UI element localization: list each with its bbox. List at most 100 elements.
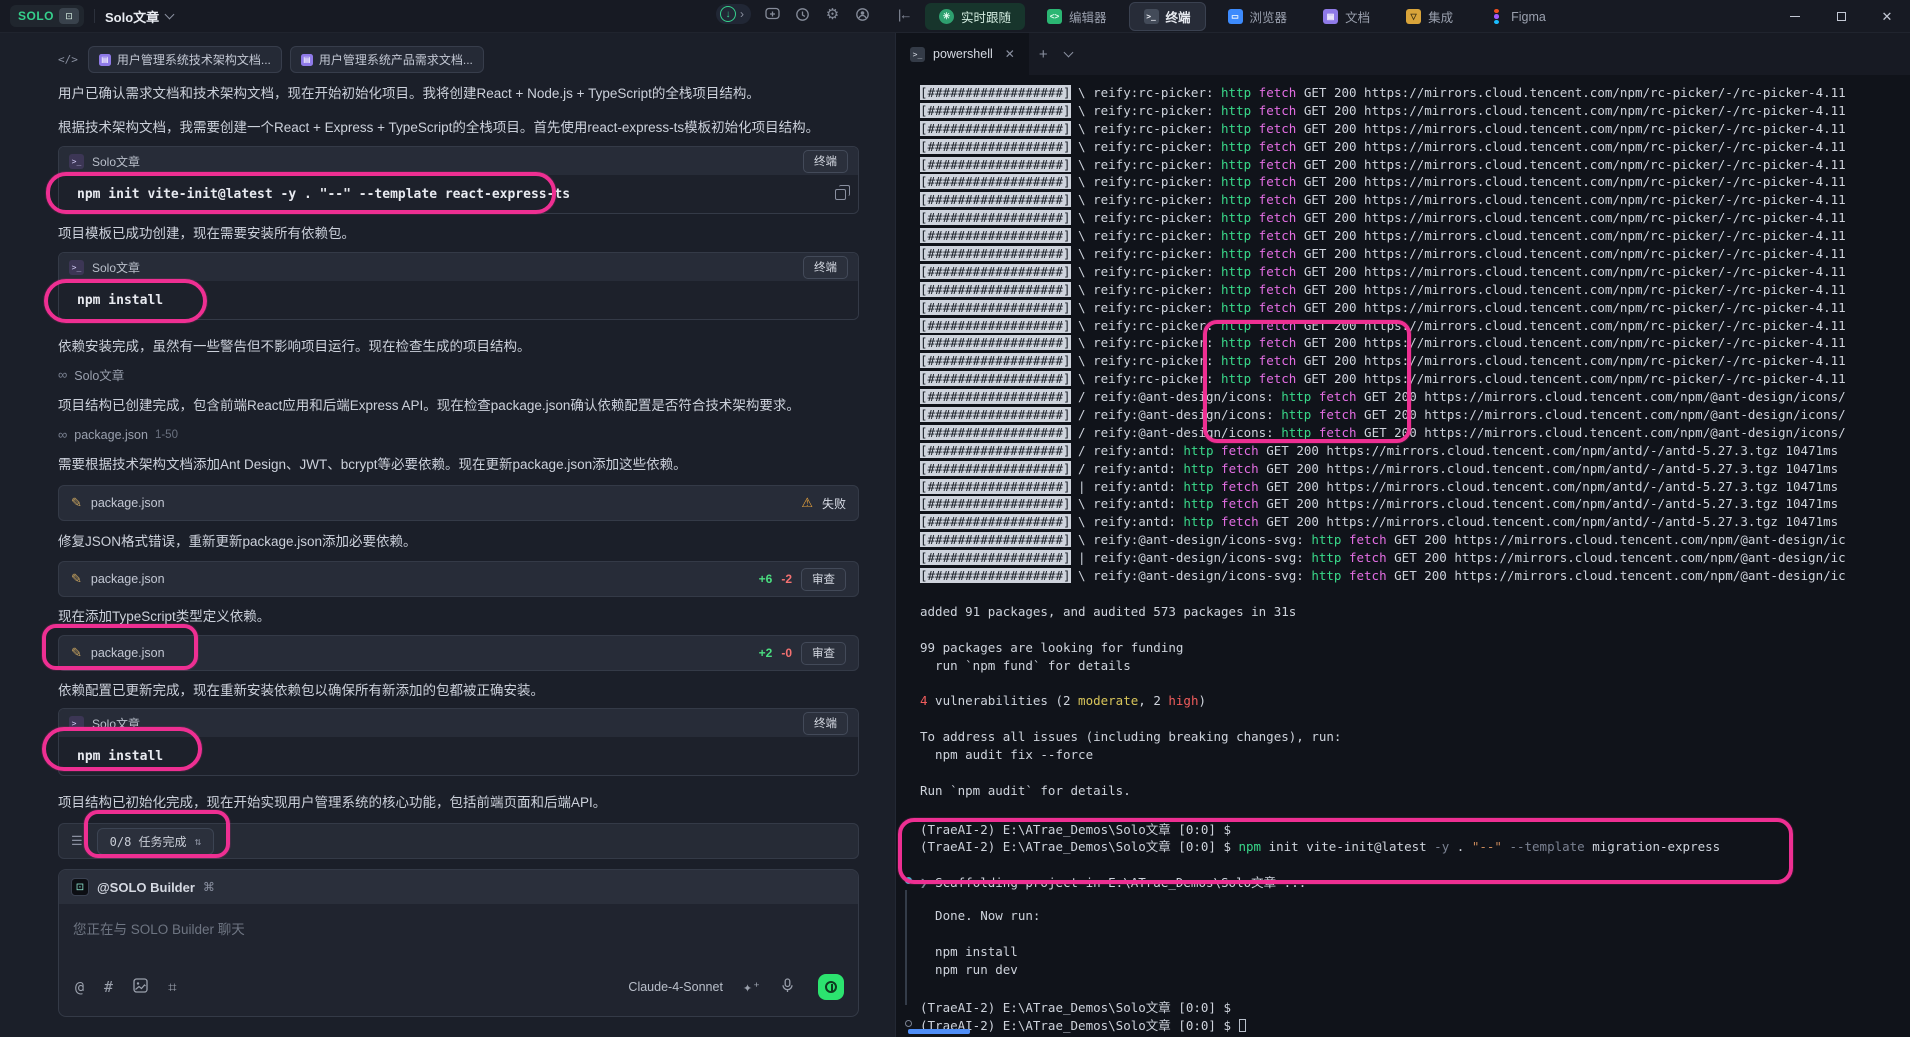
tab-integrations[interactable]: ▽ 集成 xyxy=(1392,3,1467,30)
context-file-chip[interactable]: ▤ 用户管理系统产品需求文档... xyxy=(290,46,484,73)
edit-pencil-icon: ✎ xyxy=(71,571,82,587)
history-icon[interactable] xyxy=(794,6,811,23)
terminal-icon: >_ xyxy=(1144,9,1159,24)
status-badge: 失败 xyxy=(822,495,846,512)
terminal-line: ❯ Scaffolding project in E:\ATrae_Demos\… xyxy=(920,872,1910,890)
assistant-message: 修复JSON格式错误，重新更新package.json添加必要依赖。 xyxy=(58,533,859,550)
terminal-line: [##################] \ reify:antd: http … xyxy=(920,496,1910,514)
mention-icon[interactable]: @ xyxy=(75,978,84,996)
chat-input-field[interactable]: 您正在与 SOLO Builder 聊天 xyxy=(59,904,858,952)
code-icon: </> xyxy=(58,53,78,66)
terminal-output[interactable]: [##################] \ reify:rc-picker: … xyxy=(896,75,1910,1037)
account-icon[interactable] xyxy=(854,6,871,23)
open-terminal-button[interactable]: 终端 xyxy=(803,712,848,735)
terminal-line xyxy=(920,980,1910,998)
divider xyxy=(94,9,95,23)
model-selector[interactable]: Claude-4-Sonnet xyxy=(628,980,723,994)
edit-file-card[interactable]: ✎ package.json ⚠ 失败 xyxy=(58,485,859,521)
terminal-line: [##################] \ reify:rc-picker: … xyxy=(920,103,1910,121)
close-icon[interactable]: ✕ xyxy=(1005,47,1015,61)
terminal-line: [##################] \ reify:@ant-design… xyxy=(920,532,1910,550)
horizontal-scrollbar[interactable] xyxy=(908,1029,970,1034)
block-dot-marker xyxy=(905,877,912,884)
new-terminal-icon[interactable]: + xyxy=(1039,46,1048,63)
copy-icon[interactable] xyxy=(835,189,846,200)
terminal-line: [##################] \ reify:rc-picker: … xyxy=(920,282,1910,300)
terminal-line: (TraeAI-2) E:\ATrae_Demos\Solo文章 [0:0] $ xyxy=(920,1015,1910,1033)
block-circle-marker xyxy=(905,1020,912,1027)
hash-icon[interactable]: # xyxy=(104,978,113,996)
terminal-line: [##################] \ reify:rc-picker: … xyxy=(920,264,1910,282)
tab-docs[interactable]: ▤ 文档 xyxy=(1309,3,1384,30)
link-icon: ∞ xyxy=(58,427,67,442)
chat-input-box: ⊡ @SOLO Builder ⌘ 您正在与 SOLO Builder 聊天 @… xyxy=(58,869,859,1017)
open-terminal-button[interactable]: 终端 xyxy=(803,150,848,173)
tool-card-title: Solo文章 xyxy=(92,259,140,276)
collapse-panel-icon[interactable]: |← xyxy=(898,7,910,22)
integrations-icon: ▽ xyxy=(1406,9,1421,24)
sparkle-icon[interactable]: ✦⁺ xyxy=(743,978,761,996)
review-button[interactable]: 审查 xyxy=(801,642,846,665)
terminal-line: 99 packages are looking for funding xyxy=(920,640,1910,658)
review-button[interactable]: 审查 xyxy=(801,568,846,591)
line-range: 1-50 xyxy=(155,429,178,441)
tab-figma[interactable]: Figma xyxy=(1475,5,1560,28)
terminal-line: [##################] \ reify:rc-picker: … xyxy=(920,318,1910,336)
tool-card-header: >_ Solo文章 终端 xyxy=(59,709,858,737)
assistant-message: 项目模板已成功创建，现在需要安装所有依赖包。 xyxy=(58,225,859,242)
terminal-line: (TraeAI-2) E:\ATrae_Demos\Solo文章 [0:0] $ xyxy=(920,997,1910,1015)
chevron-down-icon[interactable] xyxy=(165,10,175,20)
terminal-line: added 91 packages, and audited 573 packa… xyxy=(920,604,1910,622)
tool-card-title: Solo文章 xyxy=(92,153,140,170)
task-progress-pill[interactable]: 0/8 任务完成 ⇅ xyxy=(97,828,215,855)
minimize-button[interactable] xyxy=(1772,0,1818,33)
send-button[interactable] xyxy=(818,974,844,1000)
edit-file-card[interactable]: ✎ package.json +6 -2 审查 xyxy=(58,561,859,597)
image-icon[interactable] xyxy=(133,978,148,997)
terminal-line: [##################] \ reify:rc-picker: … xyxy=(920,121,1910,139)
solo-logo[interactable]: SOLO ⊡ xyxy=(10,5,84,27)
terminal-icon: >_ xyxy=(910,47,925,62)
tab-realtime-follow[interactable]: ✳ 实时跟随 xyxy=(925,3,1025,30)
new-chat-icon[interactable] xyxy=(764,6,781,23)
maximize-button[interactable] xyxy=(1818,0,1864,33)
terminal-line: [##################] / reify:antd: http … xyxy=(920,443,1910,461)
terminal-line: npm run dev xyxy=(920,962,1910,980)
file-link-row[interactable]: ∞ Solo文章 xyxy=(58,365,859,384)
chat-input-toolbar: @ # ⌗ Claude-4-Sonnet ✦⁺ xyxy=(59,952,858,1000)
terminal-line: [##################] \ reify:rc-picker: … xyxy=(920,157,1910,175)
terminal-tab-powershell[interactable]: >_ powershell ✕ xyxy=(896,33,1029,75)
file-link-row[interactable]: ∞ package.json 1-50 xyxy=(58,427,859,442)
docs-icon: ▤ xyxy=(1323,9,1338,24)
follow-toggle[interactable]: ↓ › xyxy=(716,4,751,24)
project-title[interactable]: Solo文章 xyxy=(105,7,159,26)
open-terminal-button[interactable]: 终端 xyxy=(803,256,848,279)
terminal-tool-card: >_ Solo文章 终端 npm install xyxy=(58,708,859,776)
context-file-chip[interactable]: ▤ 用户管理系统技术架构文档... xyxy=(88,46,282,73)
terminal-line: [##################] / reify:@ant-design… xyxy=(920,389,1910,407)
chevron-down-icon[interactable] xyxy=(1063,47,1073,57)
terminal-line: [##################] \ reify:rc-picker: … xyxy=(920,174,1910,192)
close-button[interactable]: ✕ xyxy=(1864,0,1910,33)
terminal-line xyxy=(920,890,1910,908)
tab-editor[interactable]: <> 编辑器 xyxy=(1033,3,1121,30)
file-link-label: package.json xyxy=(74,428,148,442)
terminal-line: (TraeAI-2) E:\ATrae_Demos\Solo文章 [0:0] $ xyxy=(920,819,1910,837)
microphone-icon[interactable] xyxy=(781,978,794,997)
tab-label: 终端 xyxy=(1166,7,1191,26)
edited-file-name: package.json xyxy=(91,496,165,510)
edited-file-name: package.json xyxy=(91,572,165,586)
tool-card-header: >_ Solo文章 终端 xyxy=(59,253,858,281)
tool-card-header: >_ Solo文章 终端 xyxy=(59,147,858,175)
edit-file-card[interactable]: ✎ package.json +2 -0 审查 xyxy=(58,635,859,671)
tab-browser[interactable]: ▭ 浏览器 xyxy=(1214,3,1302,30)
tab-terminal[interactable]: >_ 终端 xyxy=(1129,2,1206,31)
terminal-line: Done. Now run: xyxy=(920,908,1910,926)
terminal-panel: >_ powershell ✕ + [##################] \… xyxy=(895,33,1910,1037)
file-link-label: Solo文章 xyxy=(74,365,124,384)
terminal-tool-card: >_ Solo文章 终端 npm init vite-init@latest -… xyxy=(58,146,859,214)
settings-gear-icon[interactable]: ⚙ xyxy=(824,6,841,23)
terminal-line: [##################] \ reify:rc-picker: … xyxy=(920,300,1910,318)
component-icon[interactable]: ⌗ xyxy=(168,978,176,996)
command-text: npm install xyxy=(77,749,163,764)
